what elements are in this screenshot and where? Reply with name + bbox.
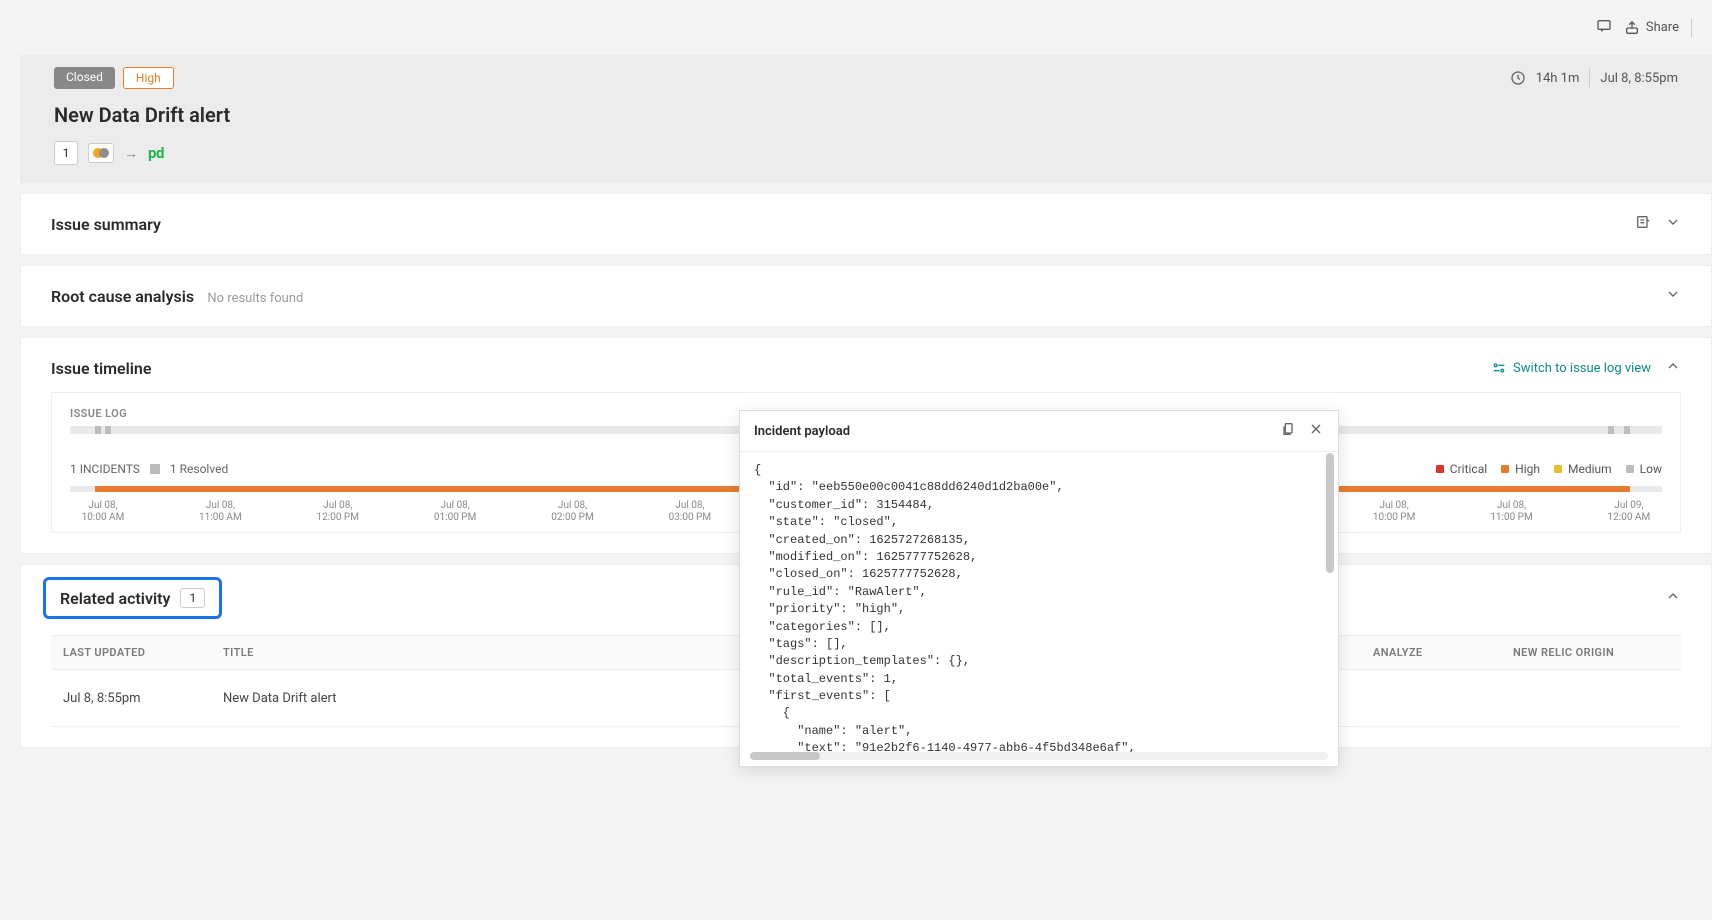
issue-summary-card: Issue summary: [20, 193, 1712, 255]
flow-count[interactable]: 1: [54, 141, 78, 165]
tick-label: Jul 08, 10:00 PM: [1361, 500, 1427, 524]
severity-legend: Critical High Medium Low: [1436, 462, 1662, 476]
col-analyze[interactable]: ANALYZE: [1361, 636, 1501, 670]
status-badge: Closed: [54, 67, 115, 89]
related-activity-title: Related activity: [60, 589, 170, 608]
resolved-icon: [150, 464, 160, 474]
legend-medium-dot: [1554, 465, 1562, 473]
related-activity-count: 1: [180, 588, 205, 608]
legend-low-label: Low: [1640, 462, 1662, 476]
scrollbar-horizontal[interactable]: [750, 752, 1328, 760]
timestamp-text: Jul 8, 8:55pm: [1600, 71, 1678, 86]
log-event-marker[interactable]: [95, 426, 101, 434]
issue-summary-title: Issue summary: [51, 215, 161, 234]
note-icon[interactable]: [1635, 214, 1651, 234]
rca-title: Root cause analysis: [51, 287, 194, 306]
tick-label: Jul 08, 02:00 PM: [540, 500, 606, 524]
pagerduty-icon[interactable]: pd: [148, 144, 164, 162]
priority-badge: High: [123, 67, 174, 89]
legend-critical-dot: [1436, 465, 1444, 473]
legend-low-dot: [1626, 465, 1634, 473]
chevron-down-icon[interactable]: [1665, 214, 1681, 234]
divider: [1589, 69, 1590, 87]
switch-view-link[interactable]: Switch to issue log view: [1491, 360, 1651, 376]
legend-high-dot: [1501, 465, 1509, 473]
modal-body[interactable]: { "id": "eeb550e00c0041c88dd6240d1d2ba00…: [740, 452, 1338, 752]
arrow-icon: →: [124, 145, 138, 162]
log-event-marker[interactable]: [105, 426, 111, 434]
col-last-updated[interactable]: LAST UPDATED: [51, 636, 211, 670]
divider: [1691, 19, 1692, 37]
tick-label: Jul 08, 11:00 PM: [1479, 500, 1545, 524]
timeline-title: Issue timeline: [51, 359, 151, 378]
col-origin[interactable]: NEW RELIC ORIGIN: [1501, 636, 1681, 670]
comment-icon[interactable]: [1596, 18, 1612, 38]
header-meta: 14h 1m Jul 8, 8:55pm: [1510, 69, 1678, 87]
legend-high-label: High: [1515, 462, 1540, 476]
page-title: New Data Drift alert: [54, 103, 1678, 127]
source-icon[interactable]: [88, 143, 114, 163]
legend-critical-label: Critical: [1450, 462, 1487, 476]
chevron-up-icon[interactable]: [1665, 588, 1681, 608]
log-event-marker[interactable]: [1624, 426, 1630, 434]
cell-last-updated: Jul 8, 8:55pm: [51, 670, 211, 727]
close-icon[interactable]: [1308, 421, 1324, 441]
resolved-count: 1 Resolved: [170, 462, 228, 476]
rca-card: Root cause analysis No results found: [20, 265, 1712, 327]
tick-label: Jul 09, 12:00 AM: [1596, 500, 1662, 524]
tick-label: Jul 08, 03:00 PM: [657, 500, 723, 524]
duration-text: 14h 1m: [1536, 71, 1580, 86]
log-event-marker[interactable]: [1608, 426, 1614, 434]
scrollbar-thumb[interactable]: [750, 752, 820, 760]
share-label: Share: [1646, 20, 1679, 35]
modal-title: Incident payload: [754, 424, 850, 439]
switch-view-label: Switch to issue log view: [1513, 361, 1651, 376]
incident-payload-modal: Incident payload { "id": "eeb550e00c0041…: [739, 410, 1339, 767]
incidents-count: 1 INCIDENTS: [70, 462, 140, 476]
legend-medium-label: Medium: [1568, 462, 1612, 476]
cell-analyze: [1361, 670, 1501, 727]
issue-header: Closed High 14h 1m Jul 8, 8:55pm New Dat…: [20, 55, 1712, 183]
scrollbar-vertical[interactable]: [1326, 453, 1334, 573]
clock-icon: [1510, 70, 1526, 86]
top-bar: Share: [0, 0, 1712, 55]
copy-icon[interactable]: [1280, 421, 1296, 441]
cell-origin: [1501, 670, 1681, 727]
share-button[interactable]: Share: [1624, 20, 1679, 36]
tick-label: Jul 08, 12:00 PM: [305, 500, 371, 524]
notification-flow: 1 → pd: [54, 141, 1678, 165]
rca-subtitle: No results found: [207, 291, 303, 306]
related-activity-title-highlight: Related activity 1: [43, 577, 222, 619]
tick-label: Jul 08, 10:00 AM: [70, 500, 136, 524]
tick-label: Jul 08, 11:00 AM: [187, 500, 253, 524]
chevron-down-icon[interactable]: [1665, 286, 1681, 306]
tick-label: Jul 08, 01:00 PM: [422, 500, 488, 524]
chevron-up-icon[interactable]: [1665, 358, 1681, 378]
